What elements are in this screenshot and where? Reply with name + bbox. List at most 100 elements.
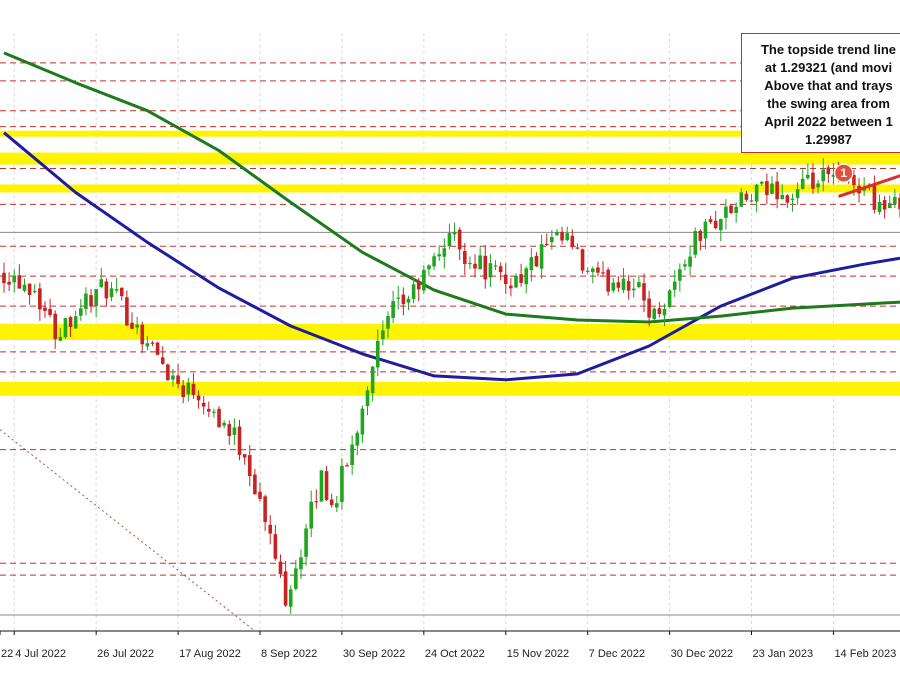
candle-body [268,524,273,534]
candle-body [749,200,754,202]
candle-body [575,247,580,249]
candle-body [283,571,288,606]
candle-body [775,181,779,200]
candle-body [242,454,247,458]
candle-body [724,206,728,218]
candle-body [125,297,129,326]
candle-body [703,221,708,239]
candle-body [565,233,569,241]
candle-body [150,342,155,344]
x-tick-label: 23 Jan 2023 [753,648,814,660]
touch-badge-label: 1 [840,166,847,180]
candle-body [130,322,134,329]
candle-body [304,528,308,557]
candle-body [278,561,283,574]
candle-body [217,408,221,428]
candle-body [109,288,114,298]
candle-body [309,501,313,529]
candle-body [89,295,93,307]
candle-body [253,474,257,495]
candle-body [647,298,651,318]
candle-body [657,308,662,315]
candle-body [427,265,431,270]
candle-body [329,499,334,505]
candle-body [27,283,32,295]
candle-body [498,266,503,273]
candle-body [642,283,646,301]
candle-body [319,470,324,502]
candle-body [140,324,145,345]
chart-frame: 12 224 Jul 202226 Jul 202217 Aug 20228 S… [0,0,900,674]
candle-body [452,231,457,235]
x-tick-label: 26 Jul 2022 [97,648,154,660]
candle-body [442,248,447,257]
candle-body [263,496,267,523]
candle-body [299,557,303,570]
candle-body [447,233,452,247]
candle-body [478,255,482,270]
candle-body [585,270,590,272]
candle-body [84,293,88,309]
candle-body [201,402,206,407]
candle-body [729,205,733,214]
candle-body [631,288,636,291]
x-tick-label: 8 Sep 2022 [261,648,317,660]
candle-body [196,395,201,401]
candle-body [759,181,764,184]
candle-body [483,255,488,280]
candle-body [7,281,11,285]
candle-body [539,244,544,269]
candle-body [63,318,68,338]
candle-body [821,169,825,182]
candle-body [370,366,375,394]
candle-body [770,183,774,194]
candle-body [893,196,897,205]
candle-body [780,194,785,200]
candle-body [560,231,564,241]
candle-body [53,313,57,340]
candle-body [795,189,800,198]
annotation-box: The topside trend line at 1.29321 (and m… [741,33,900,153]
candle-body [606,269,610,292]
candle-body [493,265,498,267]
candle-body [550,236,554,243]
candle-body [171,375,175,380]
candle-body [114,289,119,291]
candle-body [355,432,360,446]
candle-body [22,284,27,291]
candle-body [212,411,216,413]
candle-body [375,340,380,368]
candle-body [186,382,191,395]
candle-body [514,275,518,288]
candle-body [411,284,416,299]
candle-body [678,269,682,281]
candle-body [155,342,160,355]
candle-body [314,501,319,503]
candle-body [672,281,677,290]
candle-body [754,184,759,202]
candle-body [365,390,370,407]
annotation-line-1: The topside trend line [760,42,897,57]
candle-body [288,589,293,607]
annotation-line-5: April 2022 between 1 [764,114,893,129]
candle-body [437,254,441,257]
candle-body [800,178,805,189]
candle-body [816,183,820,188]
candle-body [488,263,493,278]
candle-body [611,282,616,291]
candle-body [396,297,401,299]
candle-body [739,192,744,207]
candle-body [324,471,329,500]
candle-body [596,267,600,273]
candle-body [258,491,262,499]
candle-body [524,268,529,285]
candle-body [166,364,170,381]
candle-body [734,206,738,213]
candle-body [713,220,718,229]
candle-body [232,427,237,435]
candle-body [688,256,692,267]
candle-body [887,203,892,209]
candle-body [882,200,887,210]
yellow-band [0,152,900,165]
candle-body [877,201,882,212]
